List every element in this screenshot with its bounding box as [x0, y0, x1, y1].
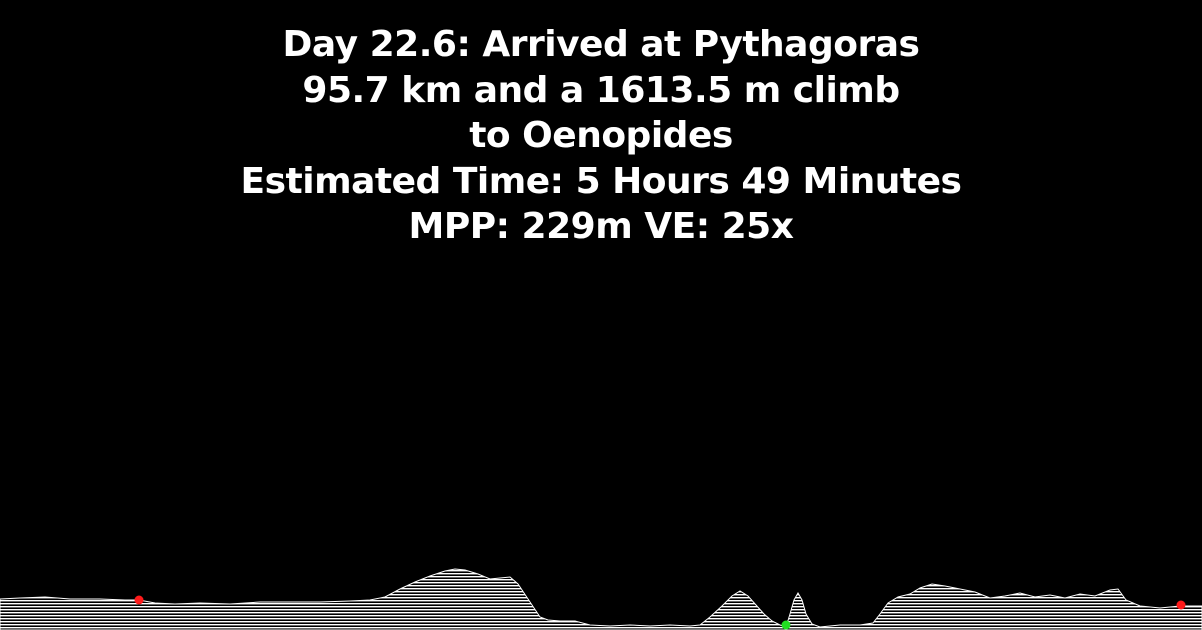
- route-start-marker: [134, 595, 144, 605]
- terrain-silhouette: [0, 568, 1202, 630]
- route-low-point-marker: [781, 620, 791, 630]
- route-end-marker: [1176, 600, 1186, 610]
- elevation-profile: [0, 568, 1202, 630]
